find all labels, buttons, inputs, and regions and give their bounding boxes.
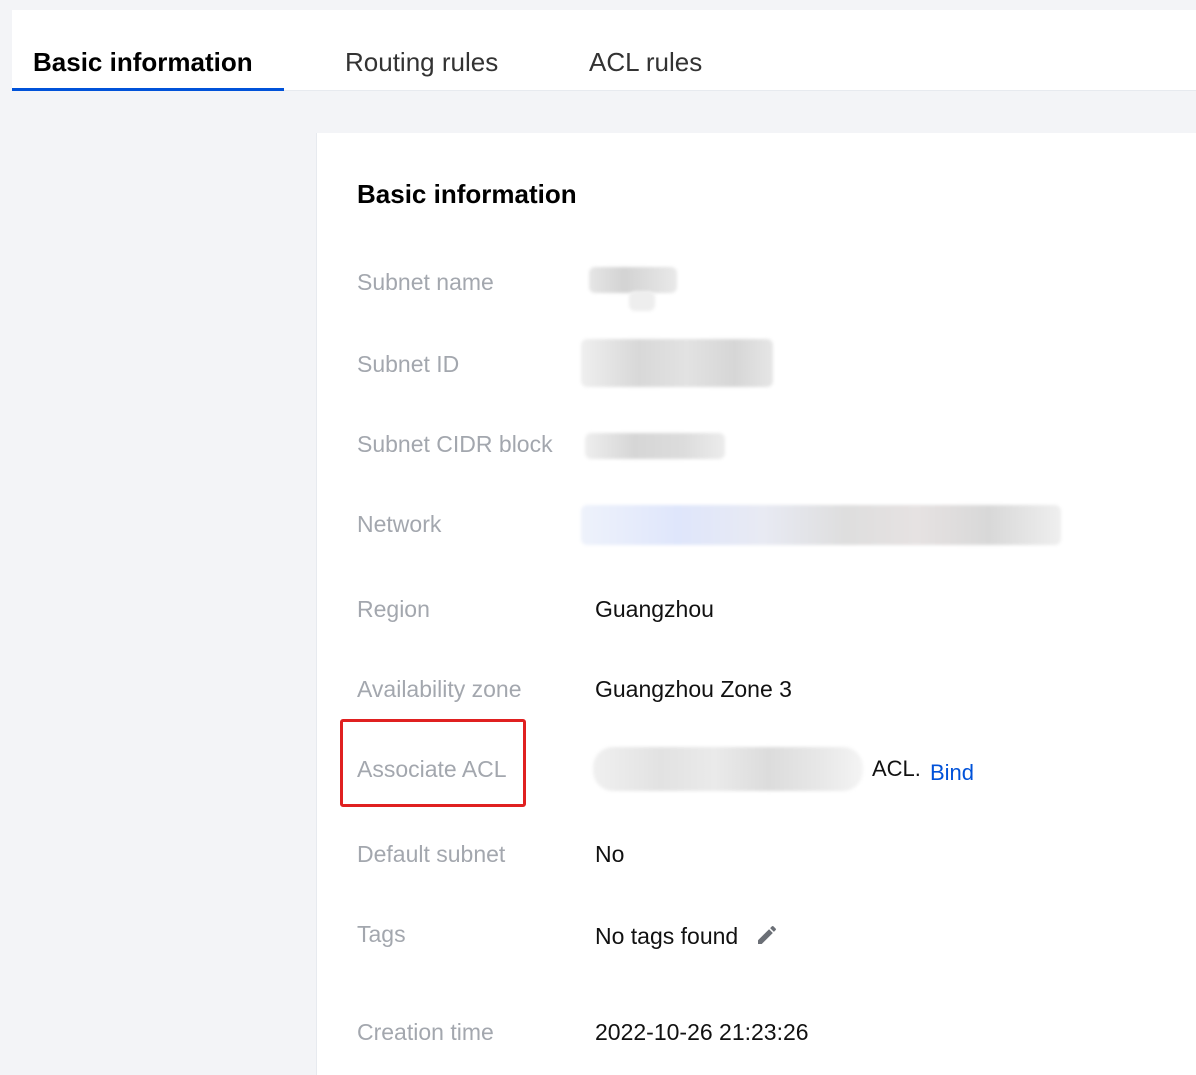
tab-label: Routing rules — [345, 47, 499, 77]
tab-acl-rules[interactable]: ACL rules — [589, 10, 702, 90]
tab-bar: Basic information Routing rules ACL rule… — [12, 10, 1196, 91]
tab-basic-information[interactable]: Basic information — [33, 10, 253, 90]
active-tab-indicator — [12, 88, 284, 91]
page-frame: Basic information Routing rules ACL rule… — [0, 0, 1196, 1075]
region-value: Guangzhou — [595, 596, 714, 622]
cidr-block-label: Subnet CIDR block — [357, 431, 553, 457]
card-title: Basic information — [357, 179, 577, 209]
bind-acl-link[interactable]: Bind — [930, 760, 974, 786]
subnet-id-label: Subnet ID — [357, 351, 460, 377]
subnet-name-label: Subnet name — [357, 269, 494, 295]
associate-acl-label: Associate ACL — [357, 756, 507, 782]
acl-value-suffix: ACL. — [872, 756, 921, 781]
basic-info-card: Basic information Subnet name Subnet ID … — [316, 133, 1196, 1075]
tags-label: Tags — [357, 921, 406, 947]
default-subnet-value: No — [595, 841, 625, 867]
creation-time-value: 2022-10-26 21:23:26 — [595, 1019, 809, 1045]
subnet-name-redacted — [589, 267, 677, 293]
subnet-name-redacted-tail — [629, 291, 655, 311]
network-label: Network — [357, 511, 442, 537]
tab-routing-rules[interactable]: Routing rules — [345, 10, 498, 90]
acl-name-redacted — [593, 747, 863, 791]
default-subnet-label: Default subnet — [357, 841, 506, 867]
cidr-block-redacted — [585, 433, 725, 459]
network-redacted[interactable] — [581, 505, 1061, 545]
tags-value: No tags found — [595, 923, 739, 949]
tab-label: ACL rules — [589, 47, 703, 77]
tags-value-row: No tags found — [595, 923, 779, 950]
availability-zone-label: Availability zone — [357, 676, 522, 702]
creation-time-label: Creation time — [357, 1019, 494, 1045]
tab-label: Basic information — [33, 47, 253, 77]
region-label: Region — [357, 596, 430, 622]
pencil-icon[interactable] — [755, 923, 779, 947]
availability-zone-value: Guangzhou Zone 3 — [595, 676, 792, 702]
subnet-id-redacted — [581, 339, 773, 387]
